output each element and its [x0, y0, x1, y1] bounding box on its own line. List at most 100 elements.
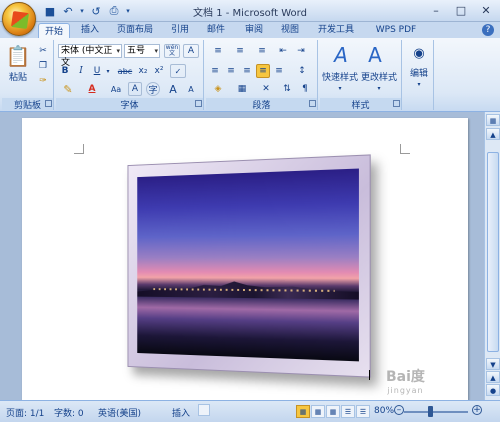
insert-mode[interactable]: 插入: [172, 406, 190, 419]
paste-label[interactable]: 粘贴: [4, 70, 32, 83]
copy-icon[interactable]: ❐: [36, 59, 50, 73]
quick-styles-icon[interactable]: A: [326, 42, 356, 68]
align-right-icon[interactable]: ≡: [240, 64, 254, 78]
font-size-select[interactable]: 五号 ▾: [124, 44, 160, 58]
italic-button[interactable]: I: [74, 64, 88, 78]
full-screen-reading-button[interactable]: ▦: [311, 405, 325, 418]
clipboard-group-label: 剪贴板: [2, 98, 53, 111]
dialog-launcher-icon[interactable]: [393, 100, 400, 107]
tab-review[interactable]: 审阅: [240, 22, 268, 38]
chevron-down-icon[interactable]: ▾: [415, 80, 423, 88]
word-count[interactable]: 字数: 0: [54, 406, 84, 419]
cut-icon[interactable]: ✂: [36, 44, 50, 58]
sunset-photo: [137, 168, 359, 362]
web-layout-button[interactable]: ▦: [326, 405, 340, 418]
margin-corner: [400, 144, 410, 154]
superscript-button[interactable]: x²: [152, 64, 166, 78]
office-logo-icon: [10, 10, 30, 30]
show-marks-icon[interactable]: ¶: [298, 82, 312, 96]
bullets-icon[interactable]: ≡: [208, 44, 228, 58]
minimize-button[interactable]: –: [424, 1, 448, 19]
enclose-characters-button[interactable]: 字: [146, 82, 160, 96]
decrease-indent-icon[interactable]: ⇤: [276, 44, 290, 58]
numbering-icon[interactable]: ≡: [230, 44, 250, 58]
scroll-up-button[interactable]: ▲: [486, 128, 500, 140]
grow-font-button[interactable]: A: [166, 82, 180, 96]
dialog-launcher-icon[interactable]: [195, 100, 202, 107]
tab-home[interactable]: 开始: [38, 23, 70, 38]
binoculars-icon[interactable]: ◉: [408, 42, 430, 64]
format-painter-icon[interactable]: ✑: [36, 74, 50, 88]
editing-label[interactable]: 编辑: [404, 66, 434, 79]
sort-icon[interactable]: ⇅: [280, 82, 294, 96]
chevron-down-icon[interactable]: ▾: [104, 64, 112, 78]
multilevel-list-icon[interactable]: ≡: [252, 44, 272, 58]
office-button[interactable]: [2, 2, 36, 36]
macro-recording-icon[interactable]: [198, 404, 210, 416]
shrink-font-button[interactable]: A: [184, 82, 198, 96]
zoom-slider-thumb[interactable]: [428, 406, 433, 417]
scroll-thumb[interactable]: [487, 152, 499, 352]
baidu-watermark: Bai度 jingyan: [386, 369, 425, 395]
maximize-button[interactable]: □: [449, 1, 473, 19]
title-bar: ■ ↶ ▾ ↺ ⎙ ▾ 文档 1 - Microsoft Word – □ ✕: [0, 0, 500, 36]
scroll-down-button[interactable]: ▼: [486, 358, 500, 370]
page-count[interactable]: 页面: 1/1: [6, 406, 44, 419]
underline-button[interactable]: U: [90, 64, 104, 78]
dialog-launcher-icon[interactable]: [45, 100, 52, 107]
chevron-down-icon: ▾: [116, 47, 120, 55]
clear-formatting-button[interactable]: ✓: [170, 64, 186, 78]
zoom-out-button[interactable]: –: [394, 405, 404, 415]
tab-view[interactable]: 视图: [276, 22, 304, 38]
font-color-button[interactable]: A: [82, 82, 102, 96]
tab-developer[interactable]: 开发工具: [312, 22, 360, 38]
subscript-button[interactable]: x₂: [136, 64, 150, 78]
phonetic-guide-button[interactable]: wén 文: [164, 44, 180, 58]
align-left-icon[interactable]: ≡: [208, 64, 222, 78]
ruler-toggle-icon[interactable]: ▦: [486, 114, 500, 126]
help-icon[interactable]: ?: [482, 24, 494, 36]
borders-icon[interactable]: ▦: [232, 82, 252, 96]
tab-insert[interactable]: 插入: [76, 22, 104, 38]
line-spacing-icon[interactable]: ↕: [292, 64, 312, 78]
tab-page-layout[interactable]: 页面布局: [110, 22, 160, 38]
character-shading-button[interactable]: A: [128, 82, 142, 96]
zoom-slider[interactable]: [404, 411, 468, 413]
print-layout-view-button[interactable]: ▦: [296, 405, 310, 418]
language-indicator[interactable]: 英语(美国): [98, 406, 141, 419]
strikethrough-button[interactable]: abc: [116, 64, 134, 78]
zoom-in-button[interactable]: +: [472, 405, 482, 415]
framed-picture[interactable]: [127, 154, 371, 378]
tab-mailings[interactable]: 邮件: [202, 22, 230, 38]
character-border-button[interactable]: A: [183, 44, 199, 58]
chinese-layout-icon[interactable]: ✕: [256, 82, 276, 96]
vertical-scrollbar[interactable]: ▦ ▲ ▼ ▲ ●: [484, 112, 500, 400]
chevron-down-icon[interactable]: ▾: [336, 84, 344, 92]
select-browse-object-button[interactable]: ●: [486, 384, 500, 396]
quick-styles-label[interactable]: 快速样式: [320, 70, 360, 83]
tab-references[interactable]: 引用: [166, 22, 194, 38]
tab-wps-pdf[interactable]: WPS PDF: [370, 22, 422, 38]
dialog-launcher-icon[interactable]: [309, 100, 316, 107]
outline-view-button[interactable]: ☰: [341, 405, 355, 418]
shading-icon[interactable]: ◈: [208, 82, 228, 96]
distributed-icon[interactable]: ≡: [272, 64, 286, 78]
justify-icon[interactable]: ≡: [256, 64, 270, 78]
close-button[interactable]: ✕: [474, 1, 498, 19]
document-area: [0, 112, 484, 400]
change-styles-icon[interactable]: A: [360, 42, 390, 68]
zoom-level[interactable]: 80%: [374, 406, 394, 416]
change-case-button[interactable]: Aa: [106, 82, 126, 96]
font-name-select[interactable]: 宋体 (中文正文 ▾: [58, 44, 122, 68]
draft-view-button[interactable]: ☰: [356, 405, 370, 418]
bold-button[interactable]: B: [58, 64, 72, 78]
document-page[interactable]: [22, 118, 468, 400]
highlight-icon[interactable]: ✎: [58, 82, 78, 96]
paste-icon[interactable]: 📋: [6, 42, 31, 70]
chevron-down-icon[interactable]: ▾: [375, 84, 383, 92]
align-center-icon[interactable]: ≡: [224, 64, 238, 78]
change-styles-label[interactable]: 更改样式: [358, 70, 400, 83]
paragraph-group: ≡ ≡ ≡ ⇤ ⇥ ≡ ≡ ≡ ≡ ≡ ↕ ◈ ▦ ✕ ⇅ ¶ 段落: [206, 40, 318, 111]
increase-indent-icon[interactable]: ⇥: [294, 44, 308, 58]
previous-page-button[interactable]: ▲: [486, 371, 500, 383]
